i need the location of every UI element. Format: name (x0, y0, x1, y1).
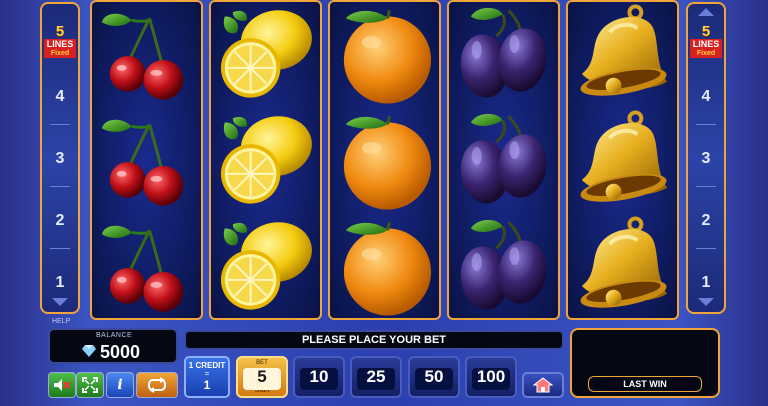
left-lines-panel: 5 LINES Fixed 4 3 2 1 (40, 2, 80, 314)
status-message: PLEASE PLACE YOUR BET (184, 330, 564, 350)
cherry-icon (92, 2, 201, 108)
bet-value: 10 (309, 367, 329, 386)
bet-caption (352, 360, 400, 367)
bet-button-100[interactable]: 100 (465, 356, 517, 398)
bet-caption (295, 360, 343, 367)
credit-equals: = (204, 369, 210, 378)
reel-3 (328, 0, 441, 320)
last-win-display: LAST WIN (570, 328, 720, 398)
fullscreen-icon (82, 377, 98, 393)
chevron-down-icon (52, 298, 68, 306)
line-divider (696, 248, 716, 249)
line-divider (50, 186, 70, 187)
bet-button-5-start[interactable]: BET 5 Start (236, 356, 288, 398)
chevron-up-icon (698, 8, 714, 16)
bell-icon (568, 214, 677, 320)
reel-5 (566, 0, 679, 320)
plum-icon (449, 214, 558, 320)
lines-count: 5 (701, 23, 711, 40)
info-icon: i (117, 377, 123, 393)
line-divider (50, 124, 70, 125)
bet-value: 50 (424, 367, 444, 386)
orange-icon (330, 214, 439, 320)
sound-toggle-button[interactable] (48, 372, 76, 398)
lines-word: LINES (690, 39, 722, 50)
fullscreen-button[interactable] (76, 372, 104, 398)
bet-button-25[interactable]: 25 (350, 356, 402, 398)
lines-count: 5 (55, 23, 65, 40)
line-divider (50, 248, 70, 249)
bet-value: 5 (257, 367, 267, 386)
bet-caption (467, 360, 515, 367)
line-number-4: 4 (701, 88, 711, 105)
balance-value: 5000 (100, 342, 141, 362)
reel-1 (90, 0, 203, 320)
bet-value: 25 (366, 367, 386, 386)
line-number-3: 3 (55, 150, 65, 167)
lines-fixed-label: Fixed (690, 50, 722, 58)
cherry-icon (92, 108, 201, 214)
orange-icon (330, 2, 439, 108)
line-number-2: 2 (701, 212, 711, 229)
lines-fixed-label: Fixed (44, 50, 76, 58)
lines-badge-left: 5 LINES Fixed (44, 24, 76, 58)
autoplay-loop-icon (148, 377, 166, 393)
lines-word: LINES (44, 39, 76, 50)
info-button[interactable]: i (106, 372, 134, 398)
lemon-icon (211, 2, 320, 108)
reel-4 (447, 0, 560, 320)
cherry-icon (92, 214, 201, 320)
bet-caption (410, 360, 458, 367)
reel-2 (209, 0, 322, 320)
bet-button-50[interactable]: 50 (408, 356, 460, 398)
credit-value: 1 (203, 378, 211, 392)
bell-icon (568, 2, 677, 108)
bet-caption: BET (256, 360, 268, 366)
lines-badge-right: 5 LINES Fixed (690, 24, 722, 58)
line-number-4: 4 (55, 88, 65, 105)
orange-icon (330, 108, 439, 214)
line-number-1: 1 (55, 274, 65, 291)
speaker-mute-icon (54, 379, 71, 391)
bet-button-10[interactable]: 10 (293, 356, 345, 398)
lemon-icon (211, 108, 320, 214)
chevron-down-icon (698, 298, 714, 306)
plum-icon (449, 108, 558, 214)
line-number-3: 3 (701, 150, 711, 167)
balance-display: BALANCE 5000 (48, 328, 178, 364)
help-label[interactable]: HELP (52, 318, 70, 325)
balance-label: BALANCE (96, 332, 133, 339)
last-win-label: LAST WIN (588, 376, 702, 392)
line-number-2: 2 (55, 212, 65, 229)
lemon-icon (211, 214, 320, 320)
plum-icon (449, 2, 558, 108)
autoplay-button[interactable] (136, 372, 178, 398)
diamond-icon (82, 345, 96, 357)
bet-value: 100 (476, 367, 506, 386)
line-number-1: 1 (701, 274, 711, 291)
home-icon (533, 377, 553, 393)
credit-value-button[interactable]: 1 CREDIT = 1 (184, 356, 230, 398)
line-divider (696, 124, 716, 125)
right-lines-panel: 5 LINES Fixed 4 3 2 1 (686, 2, 726, 314)
line-divider (696, 186, 716, 187)
bell-icon (568, 108, 677, 214)
home-button[interactable] (522, 372, 564, 398)
